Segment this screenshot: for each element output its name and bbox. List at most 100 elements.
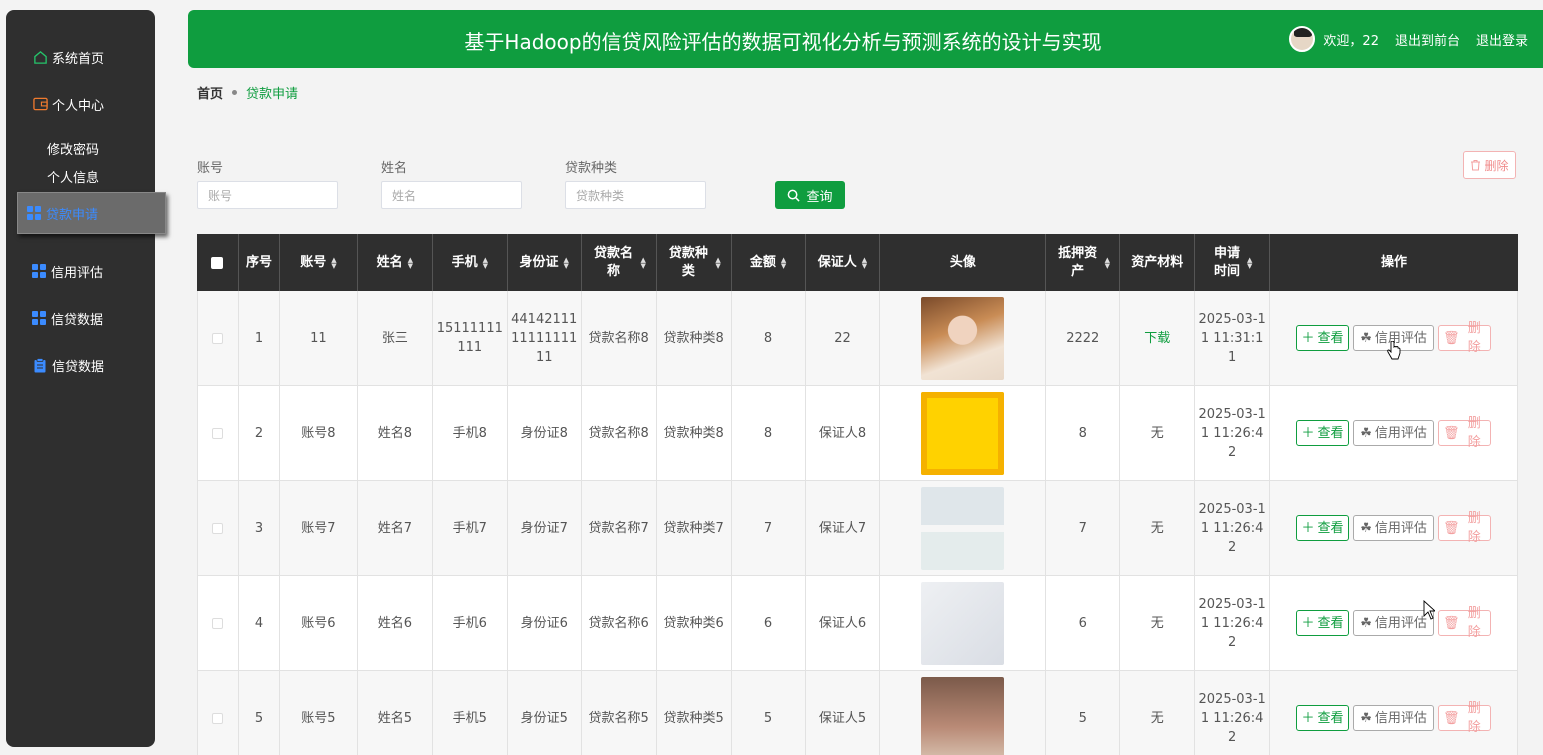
view-button[interactable]: ＋查看 bbox=[1296, 420, 1350, 446]
col-guarantor[interactable]: 保证人 ▲ ▼ bbox=[806, 234, 881, 291]
sort-icon[interactable]: ▲ ▼ bbox=[640, 256, 645, 269]
view-button-label: 查看 bbox=[1317, 425, 1344, 441]
view-button[interactable]: ＋查看 bbox=[1296, 515, 1350, 541]
row-checkbox[interactable] bbox=[212, 427, 224, 439]
avatar-image[interactable] bbox=[921, 391, 1005, 475]
sort-icon[interactable]: ▲ ▼ bbox=[1247, 256, 1252, 269]
view-button[interactable]: ＋查看 bbox=[1296, 705, 1350, 731]
avatar-image[interactable] bbox=[921, 486, 1005, 570]
delete-button[interactable]: 🗑 删除 bbox=[1438, 321, 1492, 355]
cluster-icon: ☘ bbox=[1360, 520, 1372, 536]
cell-phone: 15111111111 bbox=[433, 291, 508, 385]
sort-icon[interactable]: ▲ ▼ bbox=[715, 256, 720, 269]
sidebar-item-personal-info[interactable]: 个人信息 bbox=[47, 167, 99, 186]
avatar-image[interactable] bbox=[921, 581, 1005, 665]
delete-button-label: 删除 bbox=[1467, 321, 1481, 355]
cell-avatar bbox=[880, 291, 1047, 385]
cell-material: 无 bbox=[1120, 481, 1196, 575]
trash-icon: 🗑 bbox=[1443, 520, 1460, 536]
sort-icon[interactable]: ▲ ▼ bbox=[564, 256, 569, 269]
cell-loan-type: 贷款种类8 bbox=[657, 386, 732, 480]
sidebar-item-credit-eval[interactable]: 信用评估 bbox=[32, 259, 103, 283]
cell-loan-type: 贷款种类5 bbox=[657, 671, 732, 755]
col-time[interactable]: 申请时间 ▲ ▼ bbox=[1195, 234, 1271, 291]
sort-icon[interactable]: ▲ ▼ bbox=[781, 256, 786, 269]
loan-type-label: 贷款种类 bbox=[565, 161, 618, 176]
cell-name: 姓名6 bbox=[358, 576, 433, 670]
sort-icon[interactable]: ▲ ▼ bbox=[862, 256, 867, 269]
download-link[interactable]: 下载 bbox=[1120, 291, 1196, 385]
cell-guarantor: 22 bbox=[806, 291, 881, 385]
table-row: 3 账号7 姓名7 手机7 身份证7 贷款名称7 贷款种类7 7 保证人7 7 … bbox=[197, 481, 1518, 576]
col-amount[interactable]: 金额 ▲ ▼ bbox=[732, 234, 806, 291]
trash-icon: 🗑 bbox=[1443, 710, 1460, 726]
col-account[interactable]: 账号 ▲ ▼ bbox=[280, 234, 358, 291]
batch-delete-button[interactable]: 删除 bbox=[1463, 151, 1516, 179]
delete-button[interactable]: 🗑 删除 bbox=[1438, 511, 1492, 545]
col-loan-type[interactable]: 贷款种类 ▲ ▼ bbox=[657, 234, 732, 291]
row-select-cell bbox=[197, 291, 239, 385]
sidebar-item-home[interactable]: 系统首页 bbox=[32, 45, 104, 69]
cell-actions: ＋查看 ☘ 信用评估 🗑 删除 bbox=[1270, 386, 1518, 480]
view-button[interactable]: ＋查看 bbox=[1296, 325, 1350, 351]
cell-avatar bbox=[880, 481, 1047, 575]
cell-guarantor: 保证人8 bbox=[806, 386, 881, 480]
cell-name: 姓名5 bbox=[358, 671, 433, 755]
row-checkbox[interactable] bbox=[212, 617, 224, 629]
sidebar-item-credit-data-2[interactable]: 信贷数据 bbox=[32, 353, 104, 377]
sidebar-item-personal[interactable]: 个人中心 bbox=[32, 92, 104, 116]
search-icon bbox=[788, 189, 801, 202]
avatar-image[interactable] bbox=[921, 676, 1005, 755]
sort-icon[interactable]: ▲ ▼ bbox=[331, 256, 336, 269]
cell-material: 无 bbox=[1120, 386, 1196, 480]
breadcrumb-home[interactable]: 首页 bbox=[197, 83, 223, 102]
cluster-icon: ☘ bbox=[1360, 425, 1372, 441]
col-actions: 操作 bbox=[1381, 254, 1408, 270]
cell-loan-name: 贷款名称5 bbox=[582, 671, 657, 755]
credit-eval-button[interactable]: ☘ 信用评估 bbox=[1353, 705, 1435, 731]
avatar-image[interactable] bbox=[921, 296, 1005, 380]
sidebar-item-loan-apply[interactable]: 贷款申请 bbox=[17, 192, 166, 234]
col-idcard[interactable]: 身份证 ▲ ▼ bbox=[508, 234, 582, 291]
cell-phone: 手机5 bbox=[433, 671, 508, 755]
credit-eval-button[interactable]: ☘ 信用评估 bbox=[1353, 610, 1435, 636]
select-all-checkbox[interactable] bbox=[211, 256, 224, 269]
delete-button-label: 删除 bbox=[1467, 606, 1481, 640]
name-input[interactable]: 姓名 bbox=[381, 181, 522, 209]
sidebar-item-credit-data[interactable]: 信贷数据 bbox=[32, 306, 103, 330]
sort-icon[interactable]: ▲ ▼ bbox=[408, 256, 413, 269]
col-no: 序号 bbox=[239, 234, 280, 291]
cell-phone: 手机6 bbox=[433, 576, 508, 670]
sort-icon[interactable]: ▲ ▼ bbox=[1105, 256, 1110, 269]
cluster-icon: ☘ bbox=[1360, 710, 1372, 726]
exit-to-front-link[interactable]: 退出到前台 bbox=[1395, 30, 1460, 49]
cell-actions: ＋查看 ☘ 信用评估 🗑 删除 bbox=[1270, 481, 1518, 575]
col-loan-name[interactable]: 贷款名称 ▲ ▼ bbox=[582, 234, 657, 291]
col-asset[interactable]: 抵押资产 ▲ ▼ bbox=[1046, 234, 1121, 291]
sort-icon[interactable]: ▲ ▼ bbox=[483, 256, 488, 269]
query-button[interactable]: 查询 bbox=[775, 181, 845, 209]
credit-eval-button[interactable]: ☘ 信用评估 bbox=[1353, 420, 1435, 446]
cell-avatar bbox=[880, 671, 1047, 755]
view-button[interactable]: ＋查看 bbox=[1296, 610, 1350, 636]
top-header: 基于Hadoop的信贷风险评估的数据可视化分析与预测系统的设计与实现 欢迎，22… bbox=[188, 10, 1543, 68]
avatar bbox=[1289, 26, 1316, 52]
logout-link[interactable]: 退出登录 bbox=[1476, 30, 1528, 49]
col-name[interactable]: 姓名 ▲ ▼ bbox=[358, 234, 433, 291]
cell-guarantor: 保证人6 bbox=[806, 576, 881, 670]
plus-icon: ＋ bbox=[1301, 710, 1315, 726]
row-checkbox[interactable] bbox=[212, 522, 224, 534]
account-input[interactable]: 账号 bbox=[197, 181, 338, 209]
delete-button[interactable]: 🗑 删除 bbox=[1438, 416, 1492, 450]
delete-button[interactable]: 🗑 删除 bbox=[1438, 606, 1492, 640]
sidebar-item-change-password[interactable]: 修改密码 bbox=[47, 139, 99, 158]
delete-button[interactable]: 🗑 删除 bbox=[1438, 701, 1492, 735]
credit-eval-button[interactable]: ☘ 信用评估 bbox=[1353, 515, 1435, 541]
plus-icon: ＋ bbox=[1301, 520, 1315, 536]
row-checkbox[interactable] bbox=[212, 712, 224, 724]
table-row: 1 11 张三 15111111111 441421111111111111 贷… bbox=[197, 291, 1518, 386]
col-phone[interactable]: 手机 ▲ ▼ bbox=[433, 234, 508, 291]
loan-type-input[interactable]: 贷款种类 bbox=[565, 181, 706, 209]
row-checkbox[interactable] bbox=[212, 332, 224, 344]
cell-asset: 5 bbox=[1046, 671, 1121, 755]
